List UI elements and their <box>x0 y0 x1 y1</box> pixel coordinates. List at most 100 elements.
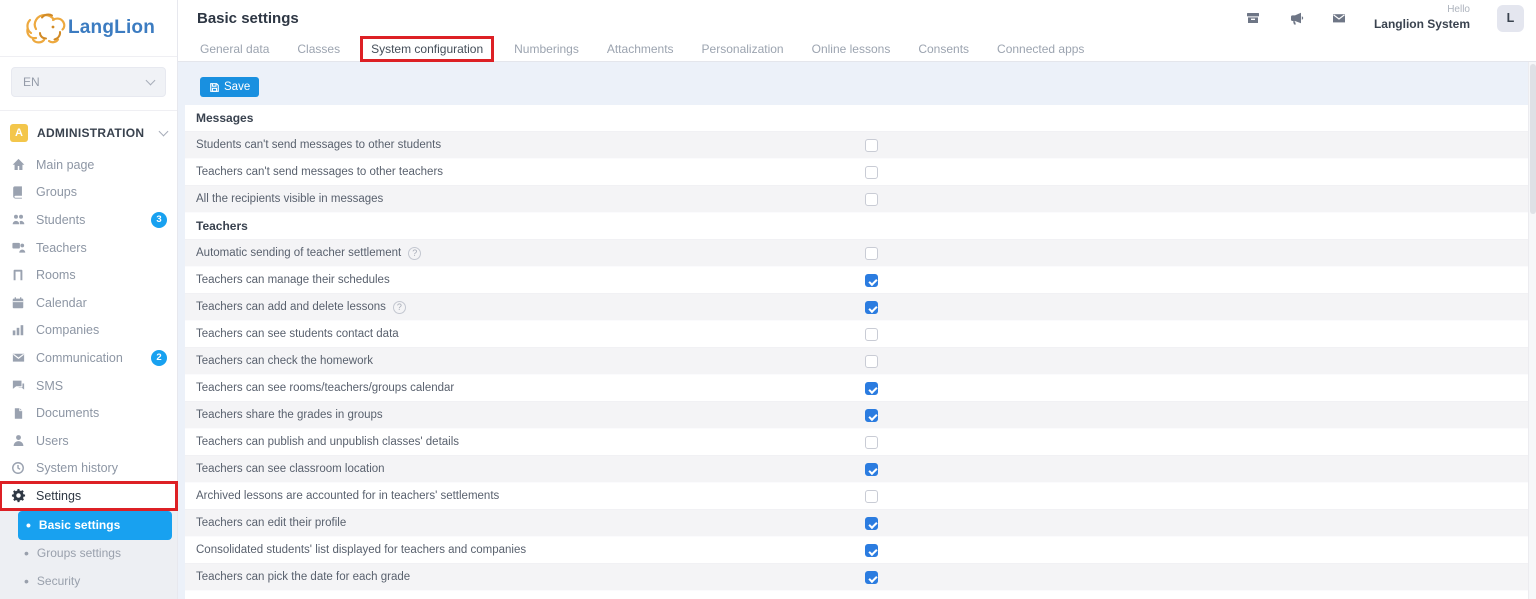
scrollbar-track[interactable] <box>1528 62 1536 599</box>
sidebar-item-label: Communication <box>36 350 123 365</box>
sidebar-subitem-groups-settings[interactable]: • Groups settings <box>0 540 177 568</box>
setting-checkbox[interactable] <box>865 193 878 206</box>
tab-online-lessons[interactable]: Online lessons <box>804 39 899 59</box>
sidebar-subitem-basic-settings[interactable]: • Basic settings <box>18 510 172 540</box>
setting-checkbox[interactable] <box>865 436 878 449</box>
setting-row: All the recipients visible in messages <box>185 186 1528 213</box>
sidebar-item-calendar[interactable]: Calendar <box>0 289 177 317</box>
settings-list: Messages Students can't send messages to… <box>185 105 1528 599</box>
gear-icon <box>10 488 26 503</box>
setting-row: Teachers can check the homework <box>185 348 1528 375</box>
sidebar-item-documents[interactable]: Documents <box>0 399 177 427</box>
language-value: EN <box>23 75 40 89</box>
sidebar-item-label: Groups <box>36 185 77 200</box>
section-header-row: Teachers <box>185 213 1528 240</box>
history-icon <box>10 461 26 475</box>
sidebar-item-sms[interactable]: SMS <box>0 372 177 400</box>
setting-row: Teachers can pick the date for each grad… <box>185 564 1528 591</box>
setting-label: Teachers can't send messages to other te… <box>196 166 444 178</box>
setting-label: Teachers can check the homework <box>196 355 374 367</box>
home-icon <box>10 157 26 172</box>
help-icon[interactable]: ? <box>408 246 422 260</box>
sidebar-item-communication[interactable]: Communication 2 <box>0 344 177 372</box>
setting-checkbox[interactable] <box>865 544 878 557</box>
sidebar-item-teachers[interactable]: Teachers <box>0 234 177 262</box>
sidebar-section-header[interactable]: A ADMINISTRATION <box>0 111 177 151</box>
sidebar-item-label: Students <box>36 212 86 227</box>
sidebar-item-rooms[interactable]: Rooms <box>0 261 177 289</box>
setting-checkbox[interactable] <box>865 139 878 152</box>
setting-label: Teachers can pick the date for each grad… <box>196 571 411 583</box>
brand-name: LangLion <box>67 17 156 38</box>
tab-connected-apps[interactable]: Connected apps <box>989 39 1092 59</box>
companies-icon <box>10 323 26 337</box>
notification-badge: 2 <box>151 349 167 366</box>
setting-label: Teachers can see rooms/teachers/groups c… <box>196 382 455 394</box>
calendar-icon <box>10 296 26 310</box>
sidebar-section-label: ADMINISTRATION <box>37 126 145 140</box>
setting-row: Archived lessons are accounted for in te… <box>185 483 1528 510</box>
setting-checkbox[interactable] <box>865 382 878 395</box>
setting-checkbox[interactable] <box>865 355 878 368</box>
save-button[interactable]: Save <box>200 77 260 97</box>
administration-icon: A <box>10 124 28 142</box>
sidebar-subitem-label: Basic settings <box>38 518 121 533</box>
setting-row: Teachers can see classroom location <box>185 456 1528 483</box>
mail-icon <box>10 350 26 365</box>
tab-general-data[interactable]: General data <box>192 39 277 59</box>
tab-numberings[interactable]: Numberings <box>506 39 587 59</box>
setting-label: Teachers share the grades in groups <box>196 409 383 421</box>
scrollbar-thumb[interactable] <box>1530 64 1536 214</box>
setting-label: Teachers can edit their profile <box>196 517 347 529</box>
sidebar-subitem-security[interactable]: • Security <box>0 567 177 595</box>
tab-classes[interactable]: Classes <box>289 39 348 59</box>
setting-checkbox[interactable] <box>865 247 878 260</box>
tab-personalization[interactable]: Personalization <box>694 39 792 59</box>
setting-label: Teachers can publish and unpublish class… <box>196 436 460 448</box>
megaphone-icon[interactable] <box>1288 10 1304 26</box>
app-window: LangLion EN A ADMINISTRATION Main page G… <box>0 0 1536 599</box>
sidebar-item-main-page[interactable]: Main page <box>0 151 177 179</box>
sidebar-item-system-history[interactable]: System history <box>0 455 177 483</box>
sidebar-item-settings[interactable]: Settings <box>0 481 178 511</box>
sidebar-item-label: Rooms <box>36 268 76 283</box>
setting-label: Teachers can manage their schedules <box>196 274 390 286</box>
setting-checkbox[interactable] <box>865 517 878 530</box>
setting-checkbox[interactable] <box>865 301 878 314</box>
avatar[interactable]: L <box>1497 4 1524 32</box>
sidebar-item-label: Users <box>36 433 69 448</box>
mail-icon[interactable] <box>1331 10 1347 26</box>
language-select[interactable]: EN <box>11 67 166 97</box>
tab-system-configuration[interactable]: System configuration <box>360 35 495 62</box>
setting-row: Teachers can manage their schedules <box>185 267 1528 294</box>
language-area: EN <box>0 57 177 111</box>
header-right: Hello Langlion System L <box>1245 4 1536 32</box>
greeting-hello: Hello <box>1447 4 1470 16</box>
setting-checkbox[interactable] <box>865 463 878 476</box>
sidebar: LangLion EN A ADMINISTRATION Main page G… <box>0 0 178 599</box>
tab-attachments[interactable]: Attachments <box>599 39 682 59</box>
save-label: Save <box>224 81 251 93</box>
brand-logo[interactable]: LangLion <box>0 0 177 57</box>
setting-checkbox[interactable] <box>865 571 878 584</box>
setting-row: Teachers share the grades in groups <box>185 402 1528 429</box>
sidebar-item-students[interactable]: Students 3 <box>0 206 177 234</box>
sidebar-item-label: SMS <box>36 378 64 393</box>
setting-checkbox[interactable] <box>865 490 878 503</box>
sidebar-item-users[interactable]: Users <box>0 427 177 455</box>
setting-checkbox[interactable] <box>865 274 878 287</box>
sidebar-item-label: System history <box>36 461 118 476</box>
setting-checkbox[interactable] <box>865 166 878 179</box>
setting-checkbox[interactable] <box>865 409 878 422</box>
setting-label: Teachers can see classroom location <box>196 463 385 475</box>
setting-checkbox[interactable] <box>865 328 878 341</box>
sidebar-submenu: • Basic settings • Groups settings • Sec… <box>0 509 177 599</box>
page-title: Basic settings <box>197 9 299 27</box>
sidebar-subitem-label: Security <box>36 573 81 588</box>
archive-icon[interactable] <box>1245 10 1261 26</box>
section-header-row: Messages <box>185 105 1528 132</box>
tab-consents[interactable]: Consents <box>910 39 977 59</box>
help-icon[interactable]: ? <box>392 300 406 314</box>
sidebar-item-companies[interactable]: Companies <box>0 317 177 345</box>
sidebar-item-groups[interactable]: Groups <box>0 179 177 207</box>
